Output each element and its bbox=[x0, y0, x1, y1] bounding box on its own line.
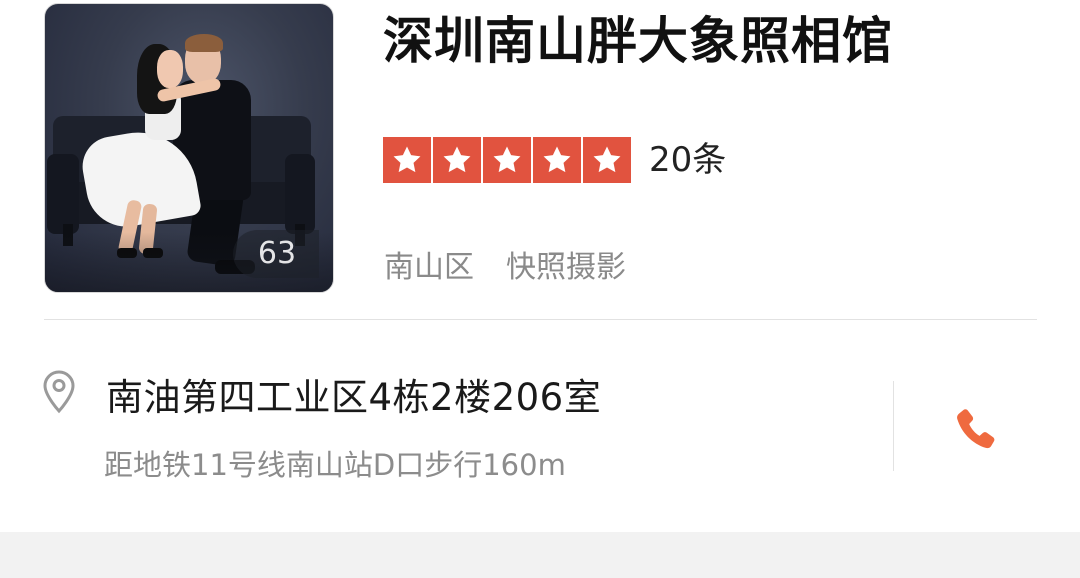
shop-photo[interactable]: 63 bbox=[44, 3, 334, 293]
star-icon bbox=[533, 137, 581, 183]
metro-distance: 距地铁11号线南山站D口步行160m bbox=[104, 448, 566, 482]
star-icon bbox=[433, 137, 481, 183]
shop-card[interactable]: 63 深圳南山胖大象照相馆 20条 南山区 快照摄影 南油第四工业区4栋2楼20… bbox=[0, 0, 1080, 532]
star-icon bbox=[483, 137, 531, 183]
star-icon bbox=[583, 137, 631, 183]
location-pin-icon bbox=[43, 370, 75, 414]
photo-count-badge: 63 bbox=[233, 230, 319, 278]
call-button[interactable] bbox=[940, 395, 1010, 465]
divider bbox=[44, 319, 1037, 320]
shop-address[interactable]: 南油第四工业区4栋2楼206室 bbox=[106, 370, 601, 426]
district-tag: 南山区 bbox=[384, 250, 474, 285]
star-rating bbox=[383, 137, 633, 183]
shop-title: 深圳南山胖大象照相馆 bbox=[383, 12, 893, 70]
shop-tags: 南山区 快照摄影 bbox=[384, 246, 626, 290]
review-count[interactable]: 20条 bbox=[649, 137, 726, 183]
rating: 20条 bbox=[383, 137, 726, 183]
phone-icon bbox=[957, 409, 995, 449]
vertical-divider bbox=[893, 381, 894, 471]
star-icon bbox=[383, 137, 431, 183]
category-tag: 快照摄影 bbox=[506, 250, 626, 285]
section-gap bbox=[0, 532, 1080, 578]
